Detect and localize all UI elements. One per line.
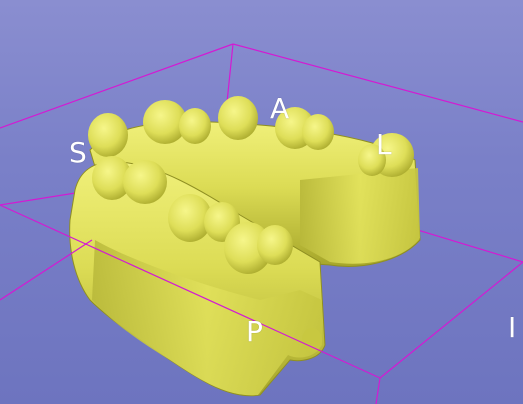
orientation-label-superior: S: [69, 136, 87, 169]
3d-viewport[interactable]: S A L P I: [0, 0, 523, 404]
orientation-label-anterior: A: [270, 92, 290, 125]
orientation-label-inferior: I: [508, 311, 517, 344]
orientation-label-posterior: P: [246, 315, 263, 348]
orientation-label-left: L: [376, 128, 392, 161]
